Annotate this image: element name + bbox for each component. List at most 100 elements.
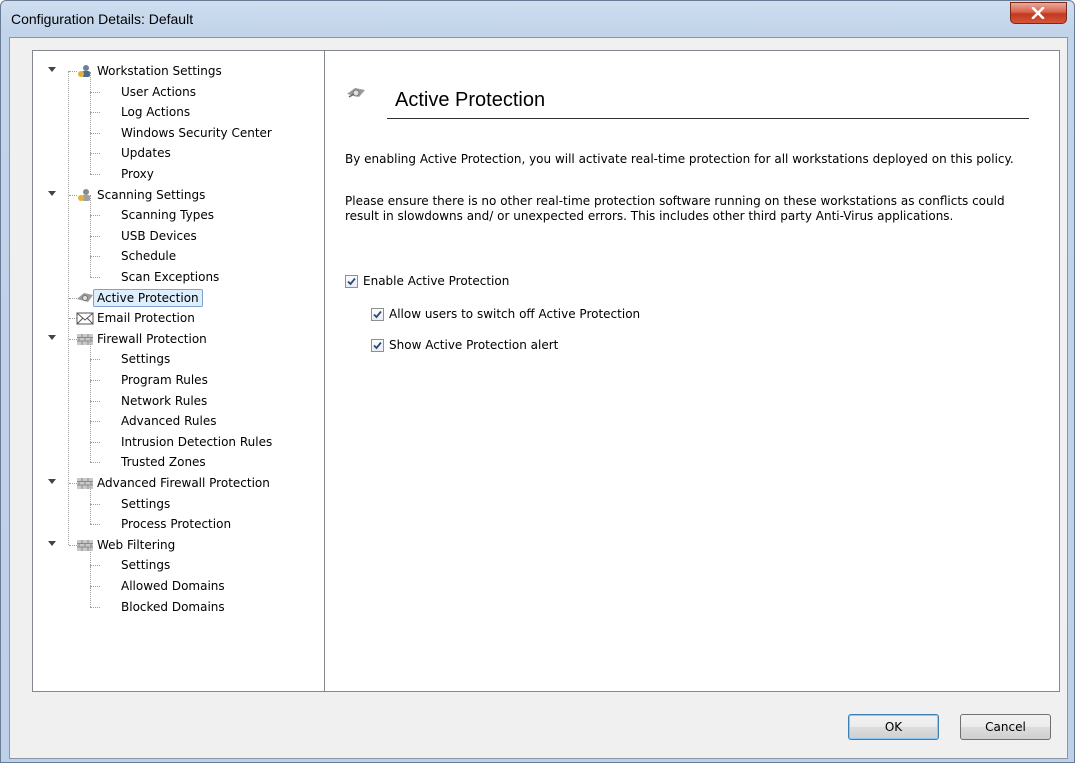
- tree-item-label: Scan Exceptions: [121, 270, 220, 284]
- tree-guide-line: [90, 504, 91, 525]
- tree-item-firewall-protection[interactable]: Firewall Protection: [33, 329, 323, 349]
- checkbox-box[interactable]: [345, 275, 358, 288]
- settings-tree-panel: Workstation Settings User Actions Log Acti…: [32, 50, 327, 692]
- tree-connector: [90, 380, 100, 381]
- tree-connector: [90, 400, 100, 402]
- tree-item-settings[interactable]: Settings: [33, 545, 323, 575]
- tree-item-schedule[interactable]: Schedule: [33, 236, 323, 266]
- warning-text: Please ensure there is no other real-tim…: [345, 194, 1005, 223]
- checkbox-box[interactable]: [371, 339, 384, 352]
- ok-button[interactable]: OK: [848, 714, 939, 740]
- firewall-icon: [77, 539, 93, 551]
- tree-guide-line: [90, 545, 91, 566]
- tree-item-scan-exceptions[interactable]: Scan Exceptions: [33, 257, 323, 287]
- firewall-icon: [77, 478, 93, 489]
- tree-item-scanning-settings[interactable]: Scanning Settings: [33, 185, 323, 205]
- title-bar[interactable]: Configuration Details: Default: [1, 1, 1074, 37]
- tree-item-email-protection[interactable]: Email Protection: [33, 308, 323, 328]
- tree-guide-line: [90, 236, 91, 257]
- tree-guide-line: [90, 566, 91, 586]
- page-title: Active Protection: [395, 89, 546, 111]
- tree-item-active-protection[interactable]: Active Protection: [33, 288, 323, 308]
- configuration-window: Configuration Details: Default Workstati…: [0, 0, 1075, 763]
- tree-item-allowed-domains[interactable]: Allowed Domains: [33, 566, 323, 596]
- tree-guide-line: [90, 215, 91, 236]
- window-title: Configuration Details: Default: [11, 11, 194, 27]
- tree-item-label: Updates: [121, 146, 171, 161]
- tree-guide-line: [90, 112, 91, 133]
- tree-connector: [90, 606, 100, 608]
- tree-item-advanced-rules[interactable]: Advanced Rules: [33, 401, 323, 431]
- expand-arrow-icon[interactable]: [48, 540, 56, 546]
- tree-connector: [90, 256, 100, 258]
- expand-arrow-icon[interactable]: [48, 190, 56, 196]
- tree-item-settings[interactable]: Settings: [33, 339, 323, 369]
- tree-item-label: Schedule: [121, 249, 177, 264]
- tree-item-process-protection[interactable]: Process Protection: [33, 504, 323, 534]
- tree-item-program-rules[interactable]: Program Rules: [33, 360, 323, 390]
- tree-item-label: Settings: [121, 558, 171, 573]
- tree-guide-line: [90, 401, 91, 422]
- tree-item-advanced-firewall-protection[interactable]: Advanced Firewall Protection: [33, 473, 323, 493]
- tree-item-usb-devices[interactable]: USB Devices: [33, 215, 323, 246]
- tree-item-scanning-types[interactable]: Scanning Types: [33, 195, 323, 225]
- tree-item-label: Web Filtering: [97, 537, 176, 552]
- tree-connector: [90, 215, 100, 217]
- tree-item-label: Advanced Firewall Protection: [97, 476, 270, 490]
- cancel-button[interactable]: Cancel: [960, 714, 1051, 740]
- tree-connector: [90, 235, 100, 237]
- tree-item-network-rules[interactable]: Network Rules: [33, 380, 323, 411]
- tree-item-label: Windows Security Center: [121, 125, 272, 140]
- tree-item-user-actions[interactable]: User Actions: [33, 71, 323, 102]
- tree-item-updates[interactable]: Updates: [33, 133, 323, 163]
- tree-guide-line: [90, 71, 91, 92]
- tree-item-label: Settings: [121, 352, 171, 367]
- tree-item-label: Proxy: [121, 167, 154, 181]
- close-button[interactable]: [1010, 2, 1067, 24]
- envelope-icon: [76, 312, 94, 325]
- shield-gear-icon: [77, 292, 93, 302]
- tree-item-label: USB Devices: [121, 228, 197, 243]
- close-icon: [1031, 7, 1045, 19]
- tree-connector: [90, 174, 100, 175]
- tree-connector: [90, 153, 100, 155]
- tree-connector: [90, 503, 100, 505]
- enable-active-protection-label: Enable Active Protection: [363, 274, 510, 288]
- tree-connector: [90, 91, 100, 93]
- tree-guide-line: [90, 380, 91, 401]
- expand-arrow-icon[interactable]: [48, 67, 56, 72]
- tree-item-workstation-settings[interactable]: Workstation Settings: [33, 61, 323, 81]
- allow-switch-off-label: Allow users to switch off Active Protect…: [389, 307, 641, 321]
- description-text: By enabling Active Protection, you will …: [345, 152, 1014, 166]
- tree-guide-line: [90, 257, 91, 277]
- tree-item-label: Scanning Settings: [97, 187, 206, 202]
- tree-connector: [90, 524, 100, 526]
- tree-item-intrusion-detection-rules[interactable]: Intrusion Detection Rules: [33, 421, 323, 452]
- checkmark-icon: [347, 277, 356, 286]
- tree-item-label: Program Rules: [121, 373, 208, 387]
- tree-item-label: Scanning Types: [121, 208, 214, 223]
- expand-arrow-icon[interactable]: [48, 334, 56, 340]
- checkmark-icon: [373, 341, 382, 350]
- tree-item-label: Firewall Protection: [97, 331, 207, 346]
- tree-guide-line: [90, 483, 91, 504]
- tree-item-proxy[interactable]: Proxy: [33, 154, 323, 184]
- tree-item-log-actions[interactable]: Log Actions: [33, 92, 323, 122]
- tree-connector: [90, 565, 100, 567]
- dialog-client-area: Workstation Settings User Actions Log Acti…: [9, 37, 1068, 759]
- tree-item-label: Network Rules: [121, 393, 208, 408]
- checkbox-box[interactable]: [371, 308, 384, 321]
- tree-item-settings[interactable]: Settings: [33, 483, 323, 514]
- expand-arrow-icon[interactable]: [48, 479, 56, 484]
- tree-connector: [90, 132, 100, 134]
- shield-gear-icon: [347, 88, 365, 98]
- tree-item-blocked-domains[interactable]: Blocked Domains: [33, 586, 323, 617]
- tree-item-web-filtering[interactable]: Web Filtering: [33, 535, 323, 555]
- tree-item-label: Blocked Domains: [121, 599, 225, 614]
- tree-guide-line: [90, 421, 91, 442]
- content-panel: Active Protection By enabling Active Pro…: [324, 50, 1060, 692]
- tree-item-trusted-zones[interactable]: Trusted Zones: [33, 442, 323, 472]
- tree-connector: [90, 462, 100, 464]
- tree-guide-line: [90, 195, 91, 216]
- tree-item-windows-security-center[interactable]: Windows Security Center: [33, 112, 323, 143]
